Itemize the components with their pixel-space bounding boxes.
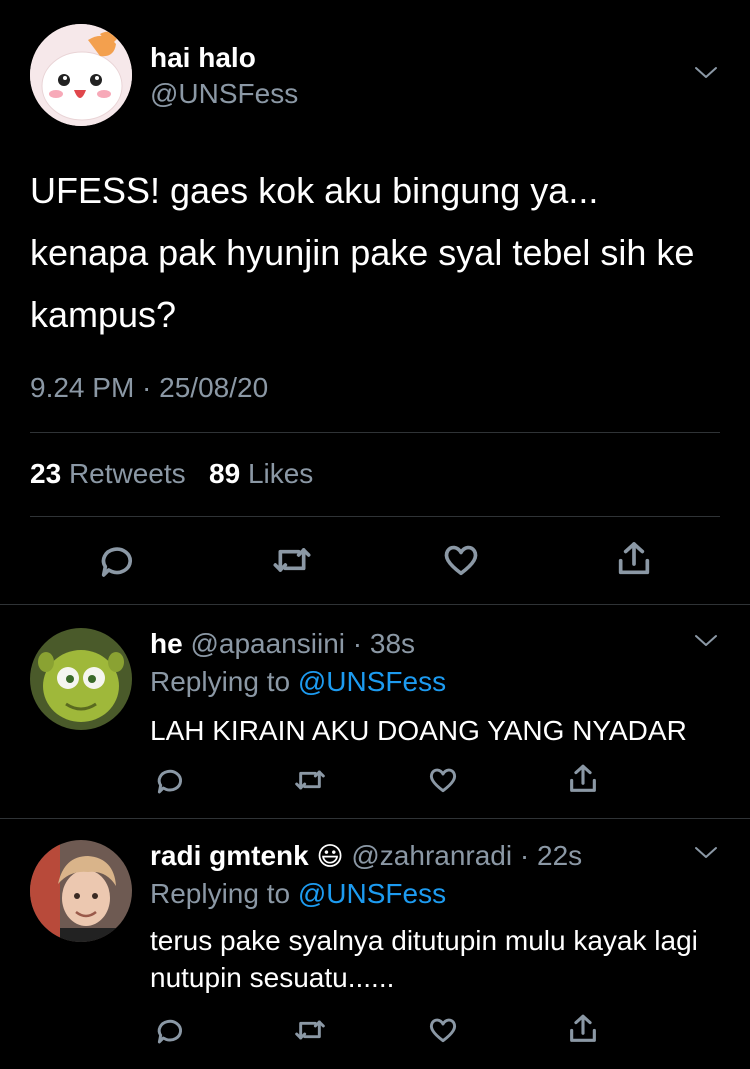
replying-to: Replying to @UNSFess [150, 666, 446, 698]
share-button[interactable] [566, 762, 600, 796]
divider [0, 604, 750, 605]
like-label: Likes [247, 458, 314, 489]
share-button[interactable] [566, 1012, 600, 1046]
share-icon [570, 764, 596, 792]
retweet-button[interactable] [270, 540, 314, 580]
display-name[interactable]: hai halo [150, 42, 256, 74]
share-icon [618, 542, 650, 575]
like-icon [429, 1018, 457, 1043]
tweet-options[interactable] [694, 66, 718, 85]
green-monster-avatar-icon [30, 628, 132, 730]
like-button[interactable] [426, 1014, 460, 1046]
display-name[interactable]: he [150, 628, 183, 659]
emoji: 😃 [316, 841, 344, 871]
user-handle[interactable]: @apaansiini [190, 628, 345, 659]
replying-handle-link[interactable]: @UNSFess [298, 878, 446, 909]
like-button[interactable] [426, 764, 460, 796]
reply-header: he @apaansiini · 38s [150, 628, 415, 660]
retweet-count: 23 [30, 458, 62, 489]
reply-time: · 22s [519, 840, 583, 871]
reply-button[interactable] [97, 540, 137, 580]
user-handle[interactable]: @UNSFess [150, 78, 298, 110]
tweet-timestamp[interactable]: 9.24 PM · 25/08/20 [30, 372, 268, 404]
tweet-text: terus pake syalnya ditutupin mulu kayak … [150, 925, 698, 993]
chevron-down-icon [695, 635, 717, 646]
person-photo-avatar-icon [30, 840, 132, 942]
tweet-options[interactable] [694, 846, 718, 865]
reply-icon [101, 547, 132, 577]
replying-to: Replying to @UNSFess [150, 878, 446, 910]
tweet-options[interactable] [694, 634, 718, 653]
like-count: 89 [209, 458, 241, 489]
reply-time: · 38s [352, 628, 416, 659]
chevron-down-icon [695, 847, 717, 858]
tweet-text: UFESS! gaes kok aku bingung ya... kenapa… [30, 170, 695, 335]
like-icon [429, 768, 457, 793]
reply-icon [157, 1019, 182, 1044]
like-stat[interactable]: 89 Likes [209, 458, 313, 489]
reply-icon [157, 769, 182, 794]
divider [30, 516, 720, 517]
tweet-text: LAH KIRAIN AKU DOANG YANG NYADAR [150, 715, 687, 746]
replying-prefix: Replying to [150, 666, 291, 697]
reply-header: radi gmtenk 😃 @zahranradi · 22s [150, 840, 582, 872]
retweet-button[interactable] [292, 1014, 328, 1046]
retweet-icon [295, 1020, 325, 1040]
avatar[interactable] [30, 24, 132, 126]
divider [30, 432, 720, 433]
reply-button[interactable] [154, 764, 186, 796]
retweet-icon [273, 548, 311, 572]
divider [0, 818, 750, 819]
share-icon [570, 1014, 596, 1042]
retweet-button[interactable] [292, 764, 328, 796]
like-icon [444, 545, 478, 576]
retweet-stat[interactable]: 23 Retweets [30, 458, 186, 489]
retweet-icon [295, 770, 325, 790]
tweet-stats: 23 Retweets 89 Likes [30, 458, 313, 490]
reply-button[interactable] [154, 1014, 186, 1046]
hamster-avatar-icon [30, 24, 132, 126]
chevron-down-icon [695, 67, 717, 78]
avatar[interactable] [30, 840, 132, 942]
avatar[interactable] [30, 628, 132, 730]
replying-handle-link[interactable]: @UNSFess [298, 666, 446, 697]
like-button[interactable] [440, 540, 482, 580]
user-handle[interactable]: @zahranradi [351, 840, 512, 871]
share-button[interactable] [614, 538, 654, 580]
retweet-label: Retweets [68, 458, 186, 489]
replying-prefix: Replying to [150, 878, 291, 909]
display-name[interactable]: radi gmtenk [150, 840, 309, 871]
